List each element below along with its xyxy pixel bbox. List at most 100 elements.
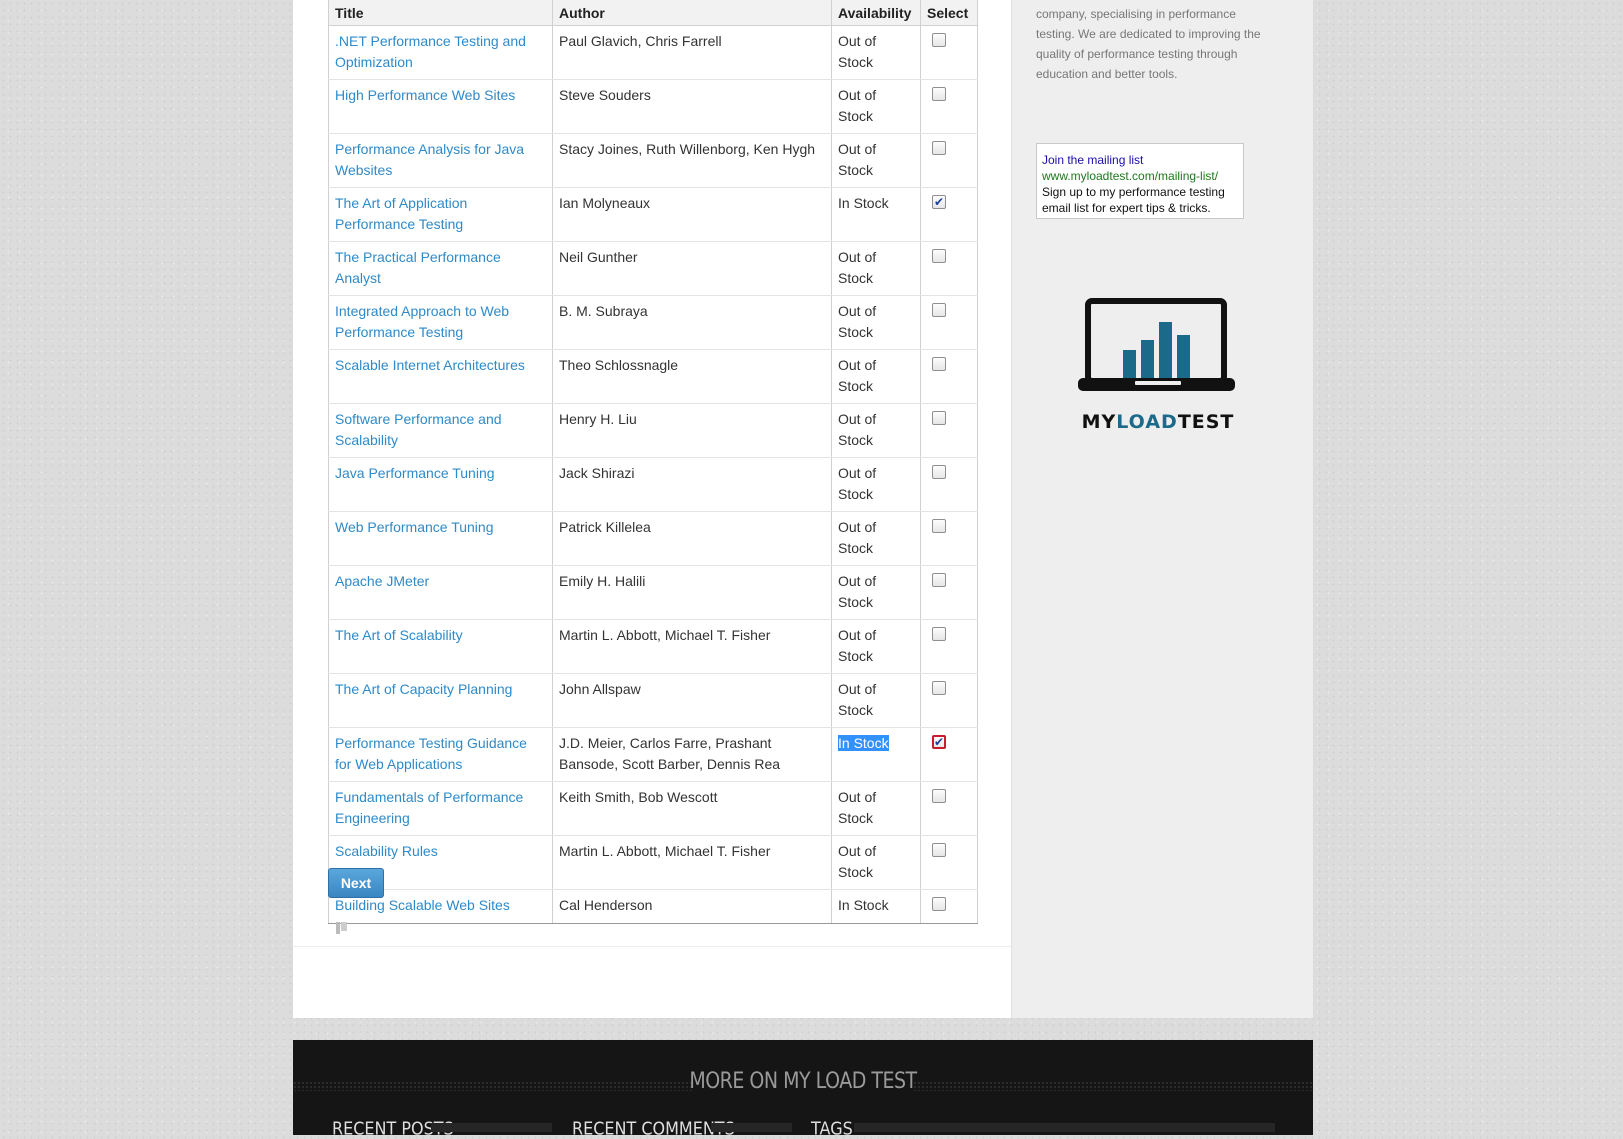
bookmark-icon[interactable]: [336, 922, 347, 934]
about-text: company, specialising in performance tes…: [1036, 7, 1261, 81]
header-availability: Availability: [831, 0, 921, 26]
mailing-title: Join the mailing list: [1042, 153, 1144, 167]
book-title-link[interactable]: The Art of Scalability: [335, 627, 463, 643]
mailing-url: www.myloadtest.com/mailing-list/: [1042, 169, 1219, 183]
table-row: .NET Performance Testing and Optimizatio…: [328, 25, 978, 80]
book-title-link[interactable]: Web Performance Tuning: [335, 519, 494, 535]
availability-cell: Out of Stock: [831, 835, 921, 890]
select-cell: [920, 619, 978, 674]
select-checkbox[interactable]: [932, 897, 946, 911]
author-cell: Stacy Joines, Ruth Willenborg, Ken Hygh: [552, 133, 832, 188]
book-title-link[interactable]: Scalable Internet Architectures: [335, 357, 525, 373]
mailing-list-banner[interactable]: Join the mailing list www.myloadtest.com…: [1036, 143, 1244, 219]
table-body: .NET Performance Testing and Optimizatio…: [328, 25, 978, 924]
availability-text: Out of Stock: [838, 87, 877, 124]
table-row: Performance Testing Guidance for Web App…: [328, 727, 978, 782]
availability-text: In Stock: [838, 897, 889, 913]
footer: MORE ON MY LOAD TEST RECENT POSTS RECENT…: [293, 1040, 1313, 1139]
select-checkbox[interactable]: [932, 87, 946, 101]
logo-wordmark: MYLOADTEST: [1073, 411, 1243, 433]
title-cell: Java Performance Tuning: [328, 457, 553, 512]
author-cell: Jack Shirazi: [552, 457, 832, 512]
book-title-link[interactable]: Scalability Rules: [335, 843, 438, 859]
select-checkbox[interactable]: [932, 465, 946, 479]
select-checkbox[interactable]: [932, 573, 946, 587]
select-checkbox[interactable]: [932, 789, 946, 803]
availability-cell: Out of Stock: [831, 457, 921, 512]
availability-cell: Out of Stock: [831, 565, 921, 620]
select-checkbox[interactable]: [932, 519, 946, 533]
select-checkbox[interactable]: [932, 411, 946, 425]
book-title-link[interactable]: Fundamentals of Performance Engineering: [335, 789, 523, 826]
book-title-link[interactable]: The Practical Performance Analyst: [335, 249, 501, 286]
myloadtest-logo[interactable]: MYLOADTEST: [1073, 297, 1243, 437]
logo-part-test: TEST: [1177, 411, 1235, 433]
title-cell: Fundamentals of Performance Engineering: [328, 781, 553, 836]
book-title-link[interactable]: Software Performance and Scalability: [335, 411, 502, 448]
select-checkbox[interactable]: [932, 681, 946, 695]
book-title-link[interactable]: .NET Performance Testing and Optimizatio…: [335, 33, 526, 70]
select-checkbox[interactable]: [932, 303, 946, 317]
book-title-link[interactable]: Performance Testing Guidance for Web App…: [335, 735, 527, 772]
availability-cell: Out of Stock: [831, 79, 921, 134]
sidebar: company, specialising in performance tes…: [1011, 0, 1313, 1018]
book-title-link[interactable]: High Performance Web Sites: [335, 87, 515, 103]
author-cell: J.D. Meier, Carlos Farre, Prashant Banso…: [552, 727, 832, 782]
table-row: Software Performance and Scalability Henr…: [328, 403, 978, 458]
tags-rule: [854, 1123, 1275, 1132]
select-checkbox[interactable]: [932, 249, 946, 263]
availability-text: Out of Stock: [838, 843, 877, 880]
table-row: Scalable Internet Architectures Theo Schl…: [328, 349, 978, 404]
next-button[interactable]: Next: [328, 868, 384, 898]
select-checkbox[interactable]: [932, 732, 946, 753]
tags-heading: TAGS: [811, 1118, 853, 1139]
availability-cell: Out of Stock: [831, 511, 921, 566]
title-cell: The Art of Capacity Planning: [328, 673, 553, 728]
availability-text: Out of Stock: [838, 249, 877, 286]
select-cell: [920, 781, 978, 836]
availability-text: Out of Stock: [838, 33, 877, 70]
availability-text: Out of Stock: [838, 573, 877, 610]
availability-text: Out of Stock: [838, 789, 877, 826]
availability-cell: In Stock: [831, 727, 921, 782]
author-cell: Emily H. Halili: [552, 565, 832, 620]
select-checkbox[interactable]: [932, 627, 946, 641]
availability-cell: Out of Stock: [831, 133, 921, 188]
book-title-link[interactable]: Building Scalable Web Sites: [335, 897, 510, 913]
header-title: Title: [328, 0, 553, 26]
book-title-link[interactable]: Java Performance Tuning: [335, 465, 495, 481]
select-checkbox[interactable]: [932, 192, 946, 213]
select-checkbox[interactable]: [932, 357, 946, 371]
recent-comments-rule: [711, 1123, 792, 1132]
title-cell: Integrated Approach to Web Performance T…: [328, 295, 553, 350]
title-cell: Performance Analysis for Java Websites: [328, 133, 553, 188]
title-cell: High Performance Web Sites: [328, 79, 553, 134]
availability-cell: Out of Stock: [831, 619, 921, 674]
select-cell: [920, 511, 978, 566]
book-title-link[interactable]: Apache JMeter: [335, 573, 429, 589]
select-checkbox[interactable]: [932, 33, 946, 47]
content-divider: [293, 946, 1011, 947]
title-cell: The Practical Performance Analyst: [328, 241, 553, 296]
book-title-link[interactable]: Performance Analysis for Java Websites: [335, 141, 524, 178]
availability-text: In Stock: [838, 735, 889, 751]
title-cell: .NET Performance Testing and Optimizatio…: [328, 25, 553, 80]
availability-cell: Out of Stock: [831, 349, 921, 404]
author-cell: Cal Henderson: [552, 889, 832, 924]
availability-cell: In Stock: [831, 187, 921, 242]
book-title-link[interactable]: The Art of Application Performance Testi…: [335, 195, 467, 232]
logo-part-load: LOAD: [1116, 411, 1178, 433]
main-content: Title Author Availability Select .NET Pe…: [293, 0, 1011, 1018]
author-cell: Ian Molyneaux: [552, 187, 832, 242]
table-row: Apache JMeter Emily H. Halili Out of Stock: [328, 565, 978, 620]
logo-part-my: MY: [1081, 411, 1117, 433]
table-row: Java Performance Tuning Jack Shirazi Out o…: [328, 457, 978, 512]
availability-text: Out of Stock: [838, 141, 877, 178]
availability-text: Out of Stock: [838, 681, 877, 718]
author-cell: Henry H. Liu: [552, 403, 832, 458]
select-checkbox[interactable]: [932, 843, 946, 857]
book-title-link[interactable]: The Art of Capacity Planning: [335, 681, 512, 697]
select-checkbox[interactable]: [932, 141, 946, 155]
author-cell: Paul Glavich, Chris Farrell: [552, 25, 832, 80]
book-title-link[interactable]: Integrated Approach to Web Performance T…: [335, 303, 509, 340]
